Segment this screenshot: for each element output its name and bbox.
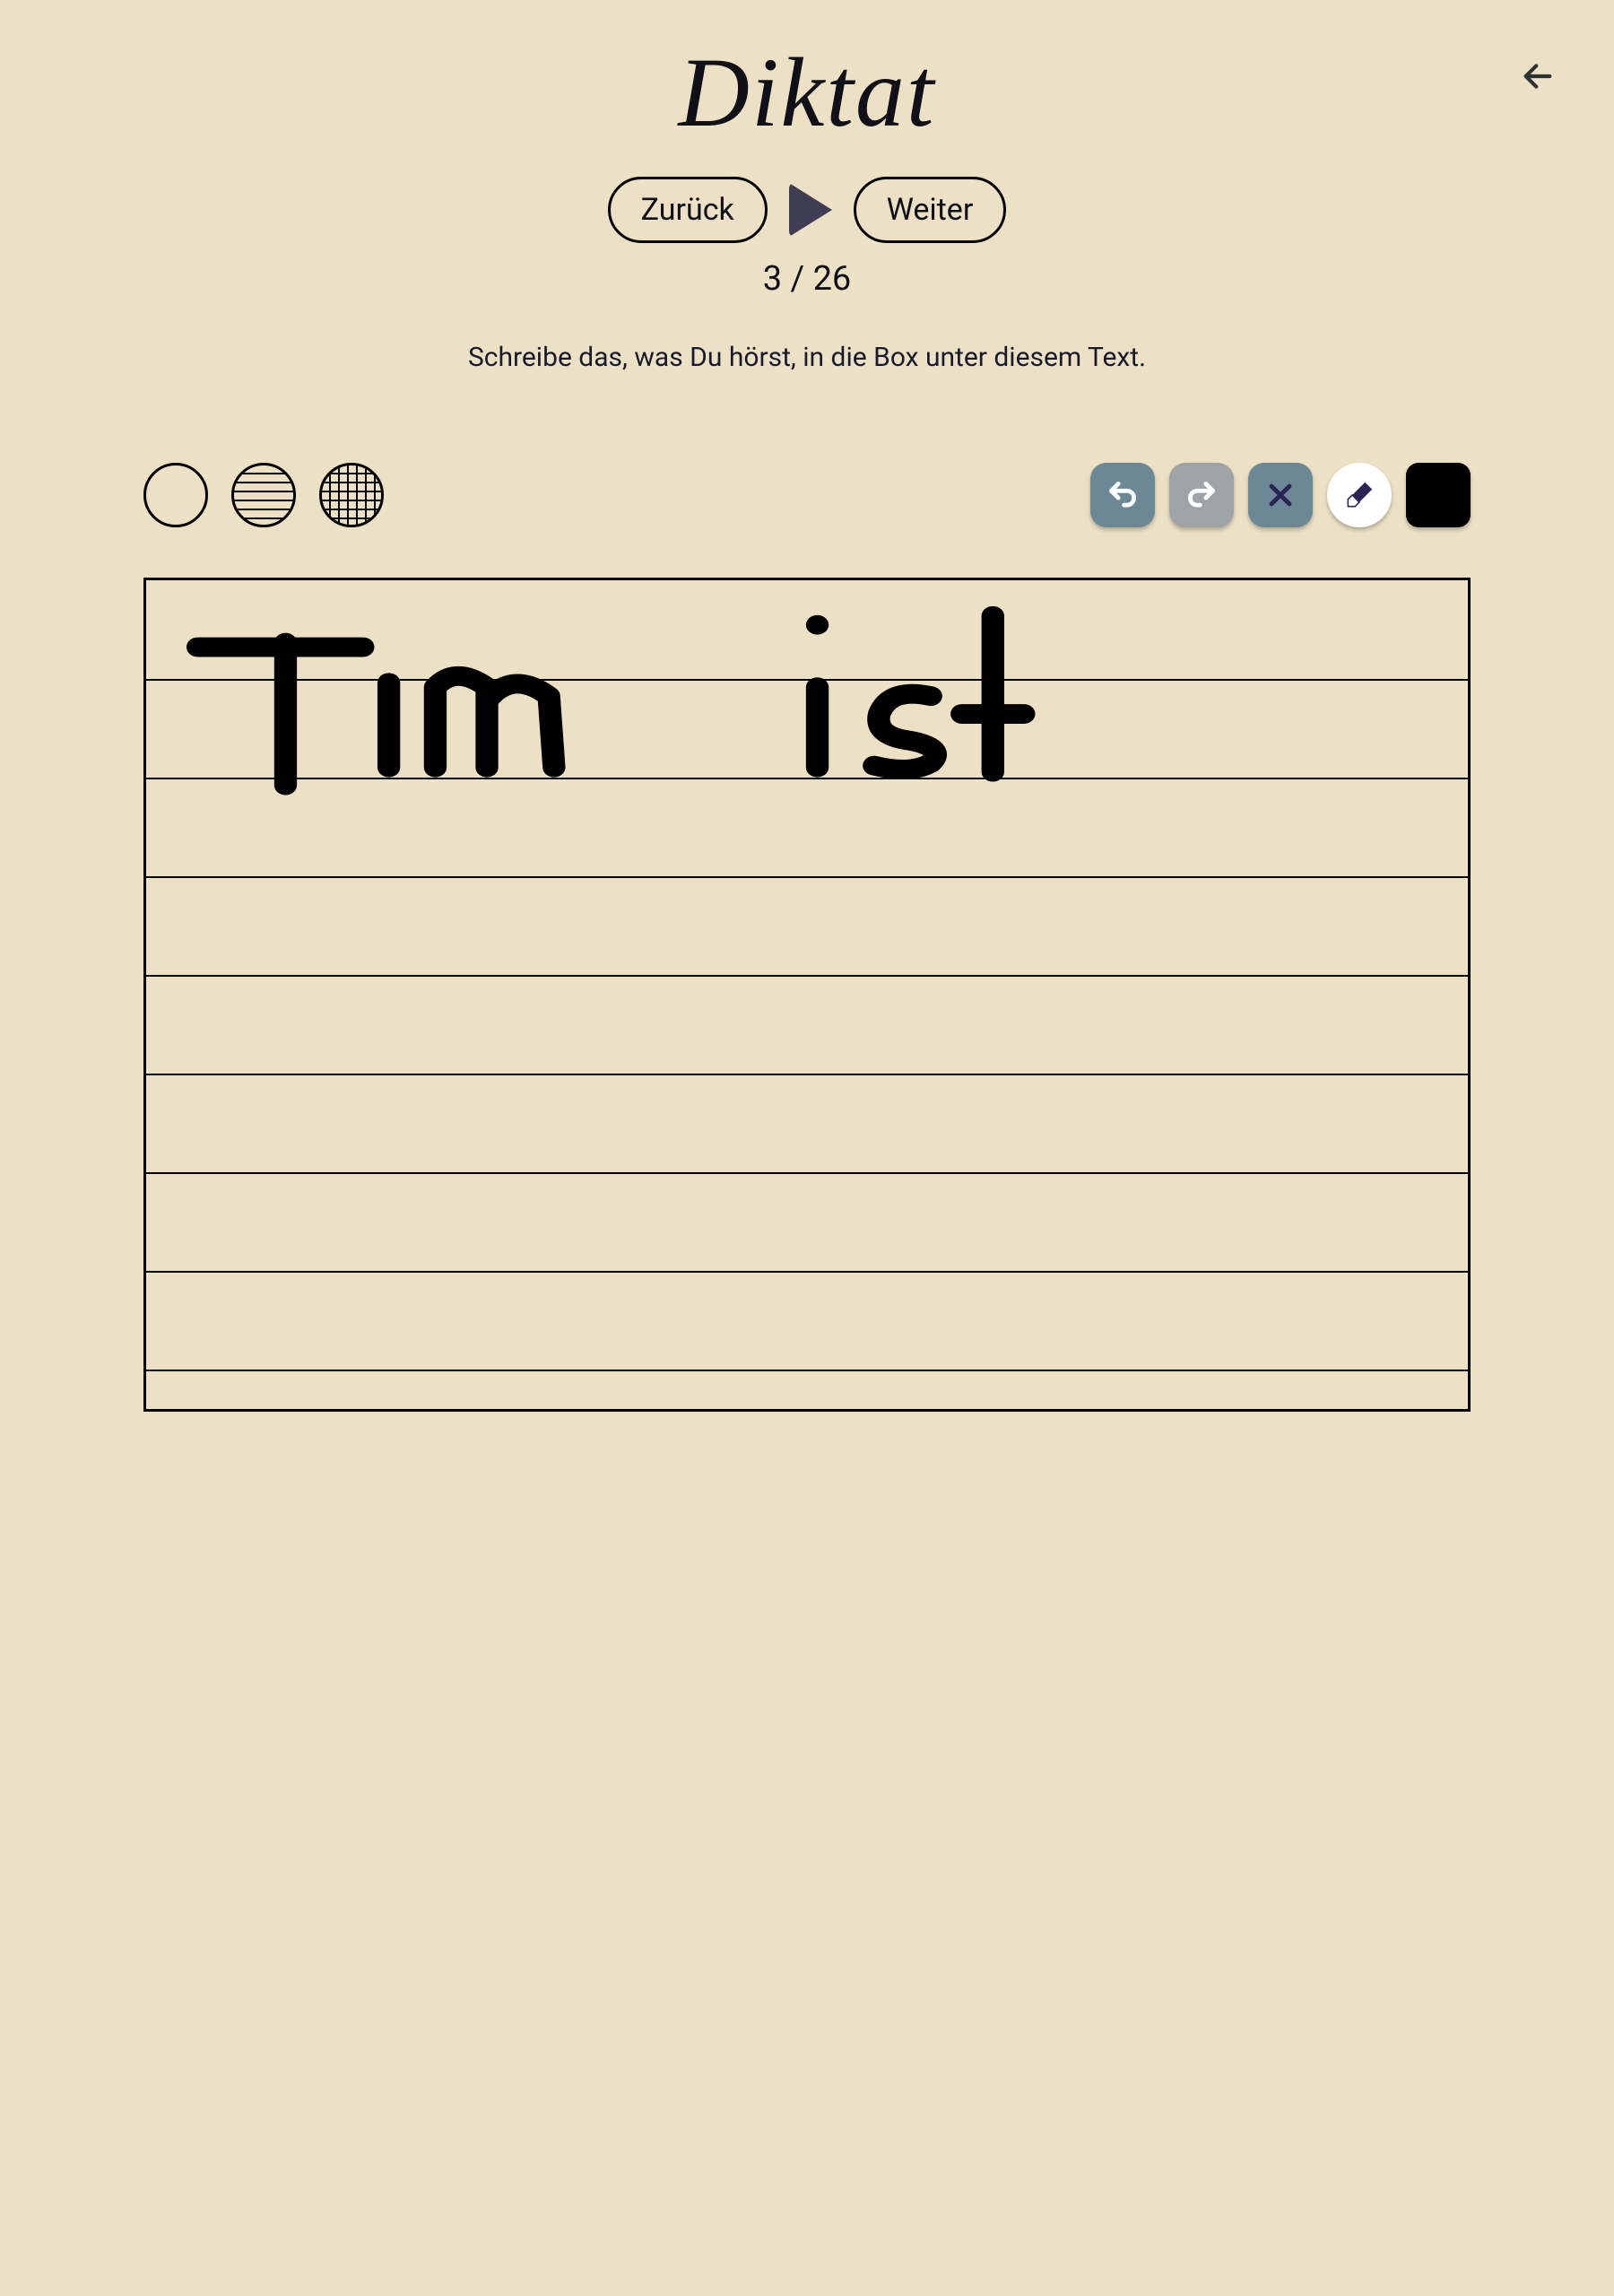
arrow-left-icon [1520,58,1556,94]
undo-icon [1106,478,1140,512]
progress-counter: 3 / 26 [0,259,1614,299]
next-button[interactable]: Weiter [854,177,1007,243]
line-style-group [143,463,384,527]
rule-line [146,778,1468,779]
line-style-ruled[interactable] [231,463,296,527]
redo-icon [1184,478,1219,512]
writing-canvas[interactable] [143,578,1471,1412]
close-icon [1265,480,1296,510]
page-title: Diktat [0,36,1614,150]
rule-line [146,1271,1468,1273]
rule-line [146,1074,1468,1075]
line-style-grid[interactable] [319,463,384,527]
instruction-text: Schreibe das, was Du hörst, in die Box u… [0,342,1614,373]
play-icon [789,183,832,237]
eraser-button[interactable] [1327,463,1392,527]
rule-line [146,975,1468,977]
app-root: Diktat Zurück Weiter 3 / 26 Schreibe das… [0,0,1614,2296]
handwriting-strokes [146,580,1468,1409]
draw-tool-group [1090,463,1471,527]
eraser-icon [1342,478,1376,512]
line-style-blank[interactable] [143,463,208,527]
rule-line [146,1370,1468,1371]
undo-button[interactable] [1090,463,1155,527]
redo-button[interactable] [1169,463,1234,527]
rule-line [146,1172,1468,1174]
drawing-toolbar [0,463,1614,527]
play-button[interactable] [784,183,837,237]
rule-line [146,876,1468,878]
back-arrow-button[interactable] [1511,49,1565,103]
rule-line [146,679,1468,681]
color-swatch[interactable] [1406,463,1471,527]
clear-button[interactable] [1248,463,1313,527]
audio-nav-controls: Zurück Weiter [0,177,1614,243]
prev-button[interactable]: Zurück [608,177,768,243]
